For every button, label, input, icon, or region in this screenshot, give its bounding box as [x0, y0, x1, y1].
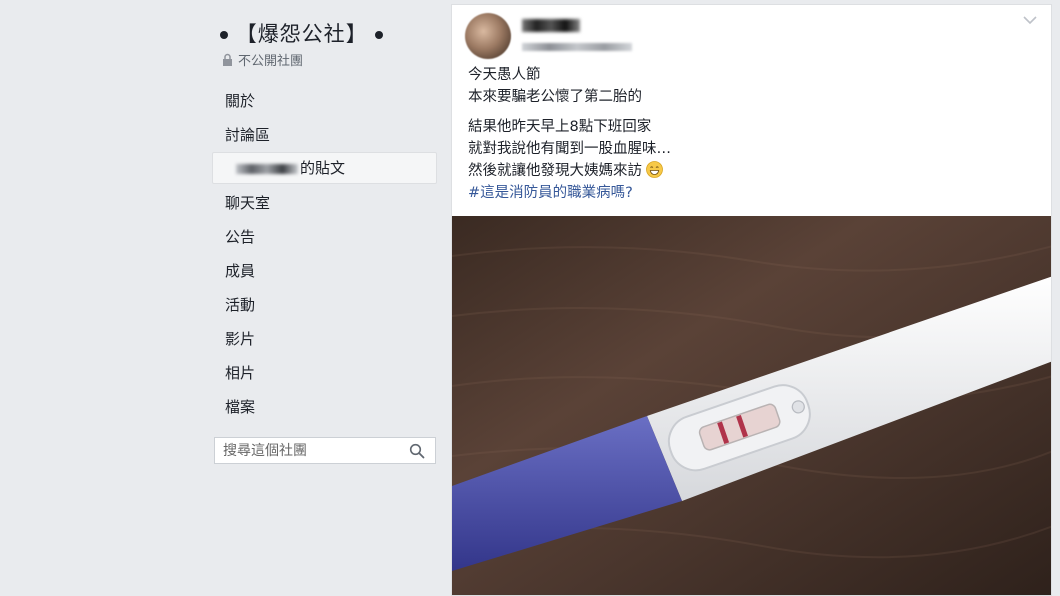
nav-item-photos[interactable]: 相片 [212, 356, 437, 390]
search-input[interactable] [215, 438, 409, 463]
nav-item-my-posts[interactable]: 的貼文 [212, 152, 437, 184]
group-nav: 關於 討論區 的貼文 聊天室 公告 成員 活動 影片 相片 檔案 [212, 84, 437, 424]
chevron-down-icon[interactable] [1023, 15, 1037, 25]
nav-item-discussion[interactable]: 討論區 [212, 118, 437, 152]
nav-item-label: 成員 [225, 262, 256, 280]
nav-item-announcements[interactable]: 公告 [212, 220, 437, 254]
hashtag-link[interactable]: #這是消防員的職業病嗎? [468, 185, 633, 201]
privacy-label: 不公開社團 [238, 54, 304, 69]
nav-item-label: 公告 [225, 228, 256, 246]
nav-item-label: 關於 [225, 92, 256, 110]
nav-item-label: 討論區 [225, 126, 271, 144]
post-timestamp[interactable] [522, 43, 632, 51]
nav-item-members[interactable]: 成員 [212, 254, 437, 288]
nav-item-label: 影片 [225, 330, 256, 348]
post-line: 然後就讓他發現大姨媽來訪 [468, 160, 1028, 182]
nav-item-label: 的貼文 [300, 159, 346, 177]
post-line-text: 然後就讓他發現大姨媽來訪 [468, 163, 642, 179]
bullet-icon [220, 31, 228, 39]
lock-icon [223, 53, 232, 66]
nav-item-label: 檔案 [225, 398, 256, 416]
nav-item-about[interactable]: 關於 [212, 84, 437, 118]
nav-item-chat[interactable]: 聊天室 [212, 186, 437, 220]
post-line: 今天愚人節 [468, 67, 541, 83]
nav-item-label: 聊天室 [225, 194, 271, 212]
post-line: #這是消防員的職業病嗎? [468, 182, 1028, 204]
group-search [214, 437, 436, 464]
group-name: 爆怨公社 [257, 22, 346, 46]
redacted-name [236, 163, 298, 174]
group-title-open: 【 [235, 22, 258, 46]
author-name[interactable] [522, 19, 580, 32]
nav-item-files[interactable]: 檔案 [212, 390, 437, 424]
group-title-close: 】 [345, 22, 368, 46]
bullet-icon [375, 31, 384, 39]
post-body: 今天愚人節 本來要騙老公懷了第二胎的 結果他昨天早上8點下班回家 就對我說他有聞… [468, 64, 1028, 204]
group-title[interactable]: 【爆怨公社】 [220, 18, 384, 48]
post-line: 本來要騙老公懷了第二胎的 [468, 89, 642, 105]
avatar[interactable] [465, 13, 511, 59]
post-card: 今天愚人節 本來要騙老公懷了第二胎的 結果他昨天早上8點下班回家 就對我說他有聞… [451, 4, 1052, 596]
nav-item-events[interactable]: 活動 [212, 288, 437, 322]
nav-item-label: 相片 [225, 364, 256, 382]
post-line: 結果他昨天早上8點下班回家 [468, 119, 652, 135]
nav-item-label: 活動 [225, 296, 256, 314]
nav-item-videos[interactable]: 影片 [212, 322, 437, 356]
search-icon[interactable] [409, 443, 425, 459]
post-photo[interactable] [452, 216, 1052, 596]
post-line: 就對我說他有聞到一股血腥味… [468, 141, 671, 157]
grinning-face-icon [646, 161, 663, 178]
group-privacy: 不公開社團 [222, 50, 303, 69]
